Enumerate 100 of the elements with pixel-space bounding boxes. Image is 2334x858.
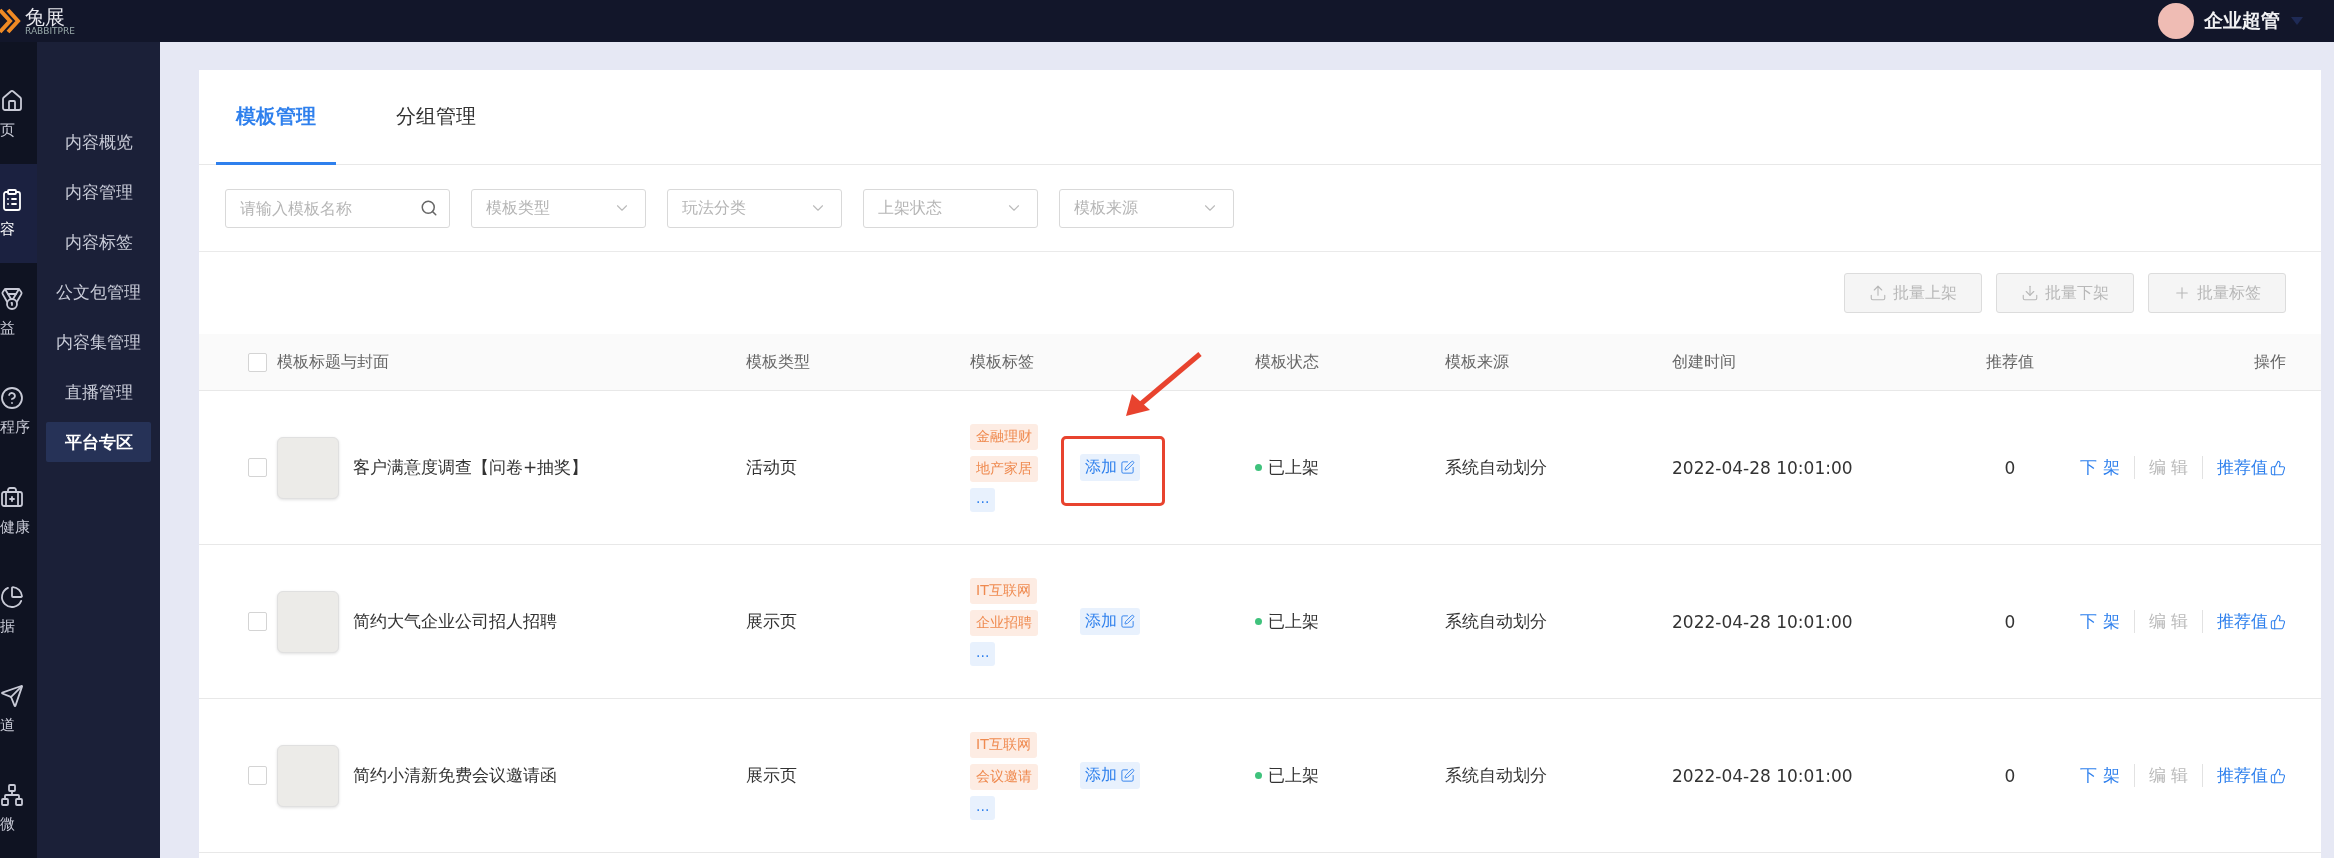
- status-text: 已上架: [1268, 456, 1319, 479]
- column-header: 模板标题与封面: [277, 351, 390, 373]
- edit-icon: [1120, 460, 1135, 475]
- menu-item[interactable]: 直播管理: [46, 372, 151, 412]
- rail-item[interactable]: 益: [0, 263, 37, 363]
- menu-item[interactable]: 内容集管理: [46, 322, 151, 362]
- created-time: 2022-04-28 10:01:00: [1672, 457, 1854, 478]
- pie-chart-icon: [0, 584, 24, 609]
- template-source: 系统自动划分: [1445, 764, 1548, 787]
- thumbs-up-icon: [2270, 613, 2286, 630]
- more-tags-button[interactable]: ...: [970, 487, 996, 512]
- thumbs-up-icon: [2270, 459, 2286, 476]
- column-header: 模板类型: [746, 351, 811, 373]
- template-type: 展示页: [746, 764, 798, 787]
- select-all-checkbox[interactable]: [248, 352, 267, 372]
- row-checkbox[interactable]: [248, 612, 267, 631]
- template-type: 活动页: [746, 456, 798, 479]
- add-tag-button[interactable]: 添加: [1080, 762, 1140, 789]
- tag: 企业招聘: [970, 609, 1038, 636]
- cover-thumbnail: [277, 744, 339, 807]
- recommend-score: 0: [2003, 611, 2017, 632]
- add-tag-button[interactable]: 添加: [1080, 454, 1140, 481]
- tab[interactable]: 分组管理: [376, 70, 496, 165]
- column-header: 模板状态: [1255, 351, 1320, 373]
- upload-icon: [1869, 284, 1887, 302]
- column-header: 模板标签: [970, 351, 1035, 373]
- row-checkbox[interactable]: [248, 766, 267, 785]
- row-action-link[interactable]: 下 架: [2066, 764, 2134, 787]
- row-action-link[interactable]: 推荐值: [2202, 610, 2286, 633]
- logo-text: 兔展: [25, 6, 66, 27]
- tag: 地产家居: [970, 455, 1038, 482]
- rabbit-logo-icon: [0, 6, 22, 36]
- row-action-link[interactable]: 下 架: [2066, 610, 2134, 633]
- caret-icon[interactable]: [2290, 16, 2304, 26]
- rail-item[interactable]: 微: [0, 758, 37, 858]
- template-source: 系统自动划分: [1445, 610, 1548, 633]
- thumbs-up-icon: [2270, 767, 2286, 784]
- more-tags-button[interactable]: ...: [970, 641, 996, 666]
- home-icon: [0, 89, 24, 114]
- search-field[interactable]: 请输入模板名称: [225, 188, 450, 228]
- rail-item[interactable]: 道: [0, 659, 37, 759]
- template-title: 简约小清新免费会议邀请函: [353, 764, 557, 787]
- cover-thumbnail: [277, 436, 339, 499]
- row-action-link[interactable]: 推荐值: [2202, 764, 2286, 787]
- menu-item[interactable]: 内容管理: [46, 172, 151, 212]
- medical-kit-icon: [0, 485, 24, 510]
- filter-select[interactable]: 上架状态: [863, 188, 1038, 228]
- status-dot: [1255, 618, 1262, 625]
- rail-item[interactable]: 健康: [0, 461, 37, 561]
- medal-icon: [0, 287, 24, 312]
- download-icon: [2021, 284, 2039, 302]
- edit-icon: [1120, 614, 1135, 629]
- status-dot: [1255, 772, 1262, 779]
- column-header: 模板来源: [1445, 351, 1510, 373]
- tab[interactable]: 模板管理: [216, 70, 336, 165]
- created-time: 2022-04-28 10:01:00: [1672, 611, 1854, 632]
- template-type: 展示页: [746, 610, 798, 633]
- rail-item[interactable]: 页: [0, 65, 37, 165]
- tag: IT互联网: [970, 577, 1037, 604]
- user-avatar[interactable]: [2158, 3, 2194, 39]
- user-name[interactable]: 企业超管: [2204, 8, 2280, 34]
- status-text: 已上架: [1268, 764, 1319, 787]
- edit-icon: [1120, 768, 1135, 783]
- template-title: 简约大气企业公司招人招聘: [353, 610, 557, 633]
- recommend-score: 0: [2003, 765, 2017, 786]
- logo-subtext: RABBITPRE: [25, 26, 75, 36]
- rail-item[interactable]: 程序: [0, 362, 37, 462]
- question-icon: [0, 386, 24, 411]
- template-title: 客户满意度调查【问卷+抽奖】: [353, 456, 589, 479]
- filter-select[interactable]: 模板来源: [1059, 188, 1234, 228]
- created-time: 2022-04-28 10:01:00: [1672, 765, 1854, 786]
- column-header: 操作: [2253, 351, 2286, 373]
- menu-item[interactable]: 公文包管理: [46, 272, 151, 312]
- cover-thumbnail: [277, 590, 339, 653]
- paper-plane-icon: [0, 683, 24, 708]
- rail-item[interactable]: 据: [0, 560, 37, 660]
- menu-item[interactable]: 内容概览: [46, 122, 151, 162]
- column-header: 推荐值: [1985, 351, 2035, 373]
- tag: 金融理财: [970, 423, 1038, 450]
- row-action-link[interactable]: 下 架: [2066, 456, 2134, 479]
- recommend-score: 0: [2003, 457, 2017, 478]
- network-icon: [0, 782, 24, 807]
- rail-item[interactable]: 容: [0, 164, 37, 264]
- menu-item[interactable]: 平台专区: [46, 422, 151, 462]
- tag: IT互联网: [970, 731, 1037, 758]
- row-checkbox[interactable]: [248, 458, 267, 477]
- template-source: 系统自动划分: [1445, 456, 1548, 479]
- column-header: 创建时间: [1672, 351, 1737, 373]
- clipboard-icon: [0, 188, 24, 213]
- row-action-link[interactable]: 推荐值: [2202, 456, 2286, 479]
- status-dot: [1255, 464, 1262, 471]
- plus-icon: [2173, 284, 2191, 302]
- add-tag-button[interactable]: 添加: [1080, 608, 1140, 635]
- filter-select[interactable]: 玩法分类: [667, 188, 842, 228]
- filter-select[interactable]: 模板类型: [471, 188, 646, 228]
- menu-item[interactable]: 内容标签: [46, 222, 151, 262]
- more-tags-button[interactable]: ...: [970, 795, 996, 820]
- status-text: 已上架: [1268, 610, 1319, 633]
- tag: 会议邀请: [970, 763, 1038, 790]
- search-icon: [420, 198, 438, 217]
